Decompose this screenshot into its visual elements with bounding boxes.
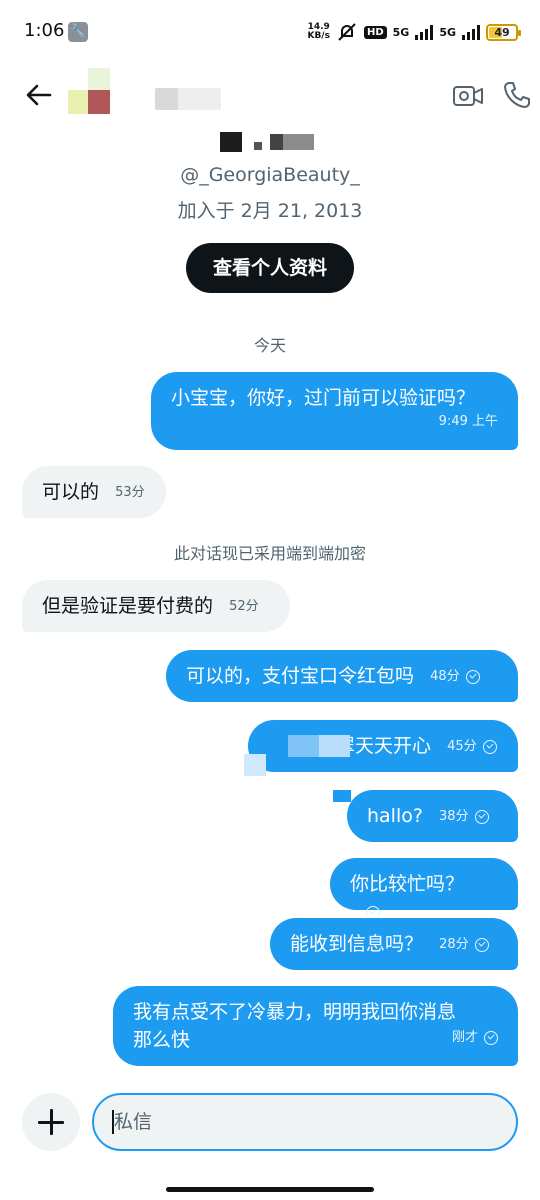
profile-name-redacted (220, 132, 316, 154)
message-time: 9:49 上午 (439, 408, 498, 436)
sent-check-icon (465, 669, 480, 684)
message-time: 28分 (439, 931, 489, 959)
status-bar: 1:06 🔧 14.9 KB/s HD 5G 5G 49 (0, 0, 540, 60)
bubble-tail (333, 790, 351, 802)
message-bubble-sent[interactable]: hallo? 38分 (347, 790, 518, 842)
status-indicators: 14.9 KB/s HD 5G 5G 49 (307, 20, 521, 44)
message-timestamp: 48分 (430, 668, 460, 684)
message-time: 38分 (439, 803, 489, 831)
message-text: 翠天天开心 (336, 735, 432, 757)
message-time: 刚才 (452, 1024, 498, 1052)
plus-icon[interactable] (22, 1093, 80, 1151)
message-bubble-sent[interactable]: 小宝宝，你好，过门前可以验证吗？ 9:49 上午 (151, 372, 518, 450)
message-text: 小宝宝，你好，过门前可以验证吗？ (171, 387, 476, 409)
net-speed: 14.9 KB/s (307, 23, 329, 41)
message-bubble-sent[interactable]: 可以的，支付宝口令红包吗 48分 (166, 650, 518, 702)
message-bubble-received[interactable]: 但是验证是要付费的 52分 (22, 580, 290, 632)
message-time: 45分 (447, 733, 497, 761)
message-time: 53分 (115, 484, 145, 500)
redaction-mosaic (244, 754, 266, 776)
message-text: 可以的 (42, 481, 100, 503)
message-text: 可以的，支付宝口令红包吗 (186, 665, 415, 687)
status-time: 1:06 (24, 20, 65, 41)
wrench-icon: 🔧 (68, 22, 88, 42)
home-indicator[interactable] (166, 1187, 374, 1192)
sent-check-icon (482, 739, 497, 754)
signal-icon-2 (462, 24, 480, 40)
sent-check-icon (484, 1031, 498, 1045)
message-text: 但是验证是要付费的 (42, 595, 214, 617)
message-input[interactable] (92, 1093, 518, 1151)
profile-handle: @_GeorgiaBeauty_ (180, 164, 360, 186)
sent-check-icon (474, 937, 489, 952)
day-divider: 今天 (253, 336, 286, 355)
mute-bell-icon (338, 23, 356, 41)
message-bubble-received[interactable]: 可以的 53分 (22, 466, 166, 518)
view-profile-button[interactable]: 查看个人资料 (186, 243, 354, 293)
arrow-left-icon[interactable] (22, 78, 56, 112)
battery-icon: 49 (486, 23, 521, 41)
message-timestamp: 刚才 (451, 1030, 478, 1045)
message-text: 你比较忙吗？ (350, 873, 465, 895)
message-text: 我有点受不了冷暴力，明明我回你消息那么快 (133, 1001, 457, 1051)
network-type-1: 5G (392, 25, 410, 39)
conversation-header (0, 64, 540, 128)
encryption-note: 此对话现已采用端到端加密 (173, 544, 366, 563)
message-timestamp: 28分 (439, 936, 469, 952)
battery-level: 49 (494, 25, 510, 39)
phone-icon[interactable] (502, 80, 532, 110)
message-time: 52分 (229, 598, 259, 614)
hd-badge: HD (363, 25, 387, 39)
profile-joined-date: 加入于 2月 21, 2013 (177, 200, 363, 222)
message-bubble-sent[interactable]: 你比较忙吗？ (330, 858, 518, 920)
message-bubble-sent[interactable]: 我有点受不了冷暴力，明明我回你消息那么快 刚才 (113, 986, 518, 1066)
message-text: hallo? (367, 805, 423, 827)
avatar[interactable] (68, 68, 112, 114)
signal-icon (415, 24, 434, 40)
message-timestamp: 9:49 上午 (438, 414, 498, 429)
message-timestamp: 38分 (439, 808, 469, 824)
network-type-2: 5G (439, 25, 456, 39)
message-timestamp: 45分 (447, 738, 477, 754)
contact-name-redacted (155, 88, 221, 110)
net-speed-unit: KB/s (307, 31, 330, 41)
message-time: 48分 (430, 663, 480, 691)
redaction-mosaic (288, 735, 350, 757)
message-text: 能收到信息吗？ (290, 933, 424, 955)
sent-check-icon (474, 809, 489, 824)
video-camera-icon[interactable] (452, 82, 484, 110)
message-bubble-sent[interactable]: 能收到信息吗？ 28分 (270, 918, 518, 970)
message-input-field[interactable] (114, 1095, 494, 1149)
